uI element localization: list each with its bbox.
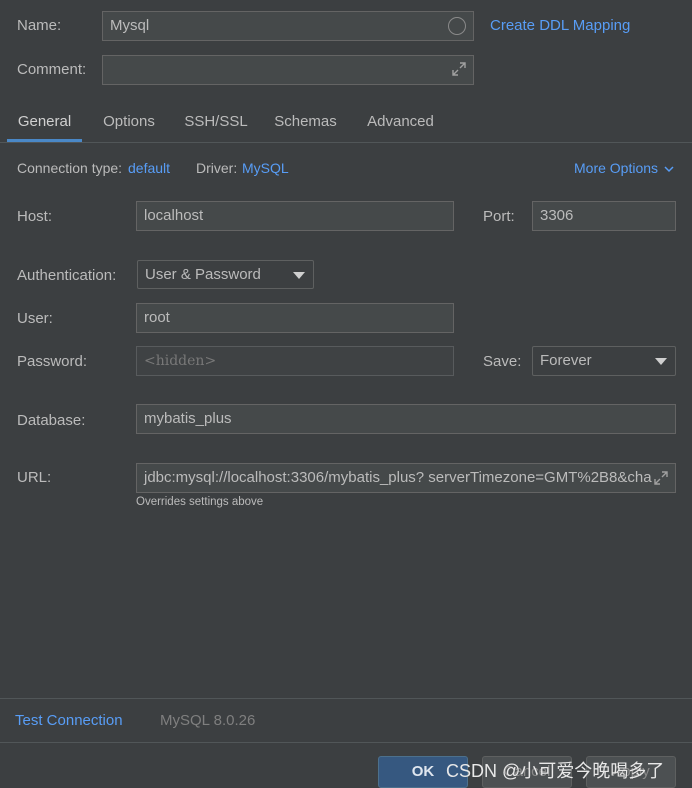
url-input[interactable]: jdbc:mysql://localhost:3306/mybatis_plus… [136,463,676,493]
name-input-value: Mysql [110,17,150,34]
tab-options[interactable]: Options [92,104,166,142]
connection-type-label: Connection type: [17,160,123,176]
password-label: Password: [17,353,88,370]
comment-label: Comment: [17,61,87,78]
host-label: Host: [17,208,53,225]
buttons-divider [0,742,692,743]
tab-general[interactable]: General [7,104,82,142]
authentication-select[interactable]: User & Password [137,260,314,289]
database-label: Database: [17,412,86,429]
expand-icon[interactable] [451,61,467,77]
comment-input[interactable] [102,55,474,85]
user-label: User: [17,310,53,327]
url-hint: Overrides settings above [136,496,264,508]
driver-label: Driver: [196,160,238,176]
driver-link[interactable]: MySQL [242,160,289,176]
port-label: Port: [483,208,515,225]
port-input[interactable]: 3306 [532,201,676,231]
tab-schemas[interactable]: Schemas [266,104,345,142]
save-label: Save: [483,353,522,370]
test-connection-link[interactable]: Test Connection [15,712,123,729]
url-label: URL: [17,469,52,486]
color-circle-icon[interactable] [448,17,466,35]
tab-ssh-ssl[interactable]: SSH/SSL [178,104,254,142]
footer-divider [0,698,692,699]
create-ddl-mapping-link[interactable]: Create DDL Mapping [490,17,630,34]
dropdown-arrow-icon [655,358,667,365]
more-options-link[interactable]: More Options [574,160,674,176]
expand-icon[interactable] [653,470,669,486]
tabs-divider [0,142,692,143]
name-label: Name: [17,17,62,34]
user-input[interactable]: root [136,303,454,333]
driver-version-label: MySQL 8.0.26 [160,712,256,729]
tab-advanced[interactable]: Advanced [357,104,444,142]
database-input[interactable]: mybatis_plus [136,404,676,434]
dropdown-arrow-icon [293,272,305,279]
connection-type-link[interactable]: default [128,160,170,176]
name-input[interactable]: Mysql [102,11,474,41]
password-input[interactable]: <hidden> [136,346,454,376]
chevron-down-icon [664,166,674,173]
watermark: CSDN @小可爱今晚喝多了 [446,761,665,781]
save-select[interactable]: Forever [532,346,676,376]
authentication-label: Authentication: [17,267,117,284]
host-input[interactable]: localhost [136,201,454,231]
